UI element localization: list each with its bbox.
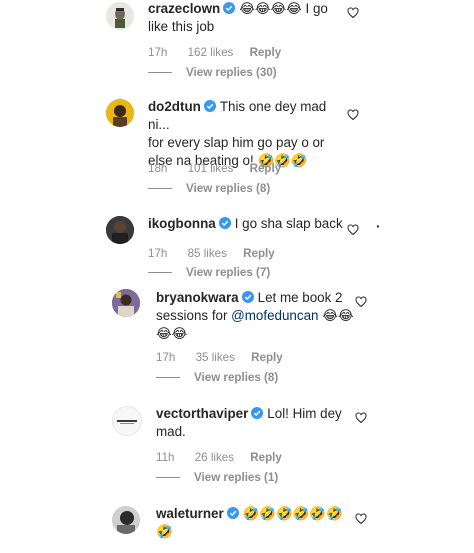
- comment-time: 18h: [148, 162, 168, 175]
- likes-count[interactable]: 85 likes: [188, 247, 227, 260]
- comment-text: I go sha slap back: [234, 216, 343, 231]
- divider-line: [148, 272, 172, 274]
- username-link[interactable]: crazeclown: [148, 1, 220, 16]
- view-replies-label: View replies (8): [186, 182, 271, 195]
- comment-text-line-2: mad.: [156, 424, 186, 439]
- avatar-image: [106, 216, 134, 244]
- verified-badge-icon: [218, 217, 231, 229]
- mention-link[interactable]: @mofeduncan: [231, 308, 318, 323]
- comment-text: 😂😂😂😂 I go: [239, 1, 328, 16]
- divider-line: [156, 377, 180, 379]
- view-replies-label: View replies (30): [186, 66, 277, 79]
- username-link[interactable]: vectorthaviper: [156, 406, 248, 421]
- like-heart-icon[interactable]: [347, 7, 359, 19]
- like-heart-icon[interactable]: [355, 513, 367, 525]
- avatar-waleturner[interactable]: [112, 506, 140, 534]
- comment-text-line-2: like this job: [148, 19, 215, 34]
- divider-line: [148, 188, 172, 190]
- view-replies-label: View replies (8): [194, 371, 279, 384]
- likes-count[interactable]: 26 likes: [195, 451, 234, 464]
- divider-line: [156, 477, 180, 479]
- like-heart-icon[interactable]: [355, 412, 367, 424]
- verified-badge-icon: [226, 507, 239, 519]
- likes-count[interactable]: 162 likes: [188, 46, 234, 59]
- comment-text-line-2-suffix: 😂😂: [318, 308, 354, 323]
- avatar-image: [106, 2, 134, 30]
- more-options-icon[interactable]: ·: [376, 218, 381, 234]
- username-link[interactable]: ikogbonna: [148, 216, 216, 231]
- avatar-image: [106, 99, 134, 127]
- view-replies-button[interactable]: View replies (30): [148, 66, 277, 79]
- divider-line: [148, 72, 172, 74]
- avatar-image: [112, 289, 140, 317]
- comment-text-line-3: 😂😂: [156, 326, 188, 341]
- like-heart-icon[interactable]: [347, 109, 359, 121]
- comment-text: Lol! Him dey: [267, 406, 342, 421]
- comment-time: 17h: [148, 46, 168, 59]
- comment-text: Let me book 2: [257, 290, 343, 305]
- avatar-ikogbonna[interactable]: [106, 216, 134, 244]
- likes-count[interactable]: 35 likes: [196, 351, 235, 364]
- comment-text: 🤣🤣🤣🤣🤣🤣: [242, 506, 343, 521]
- avatar-bryanokwara[interactable]: [112, 289, 140, 317]
- like-heart-icon[interactable]: [355, 296, 367, 308]
- avatar-vectorthaviper[interactable]: [112, 406, 142, 436]
- view-replies-button[interactable]: View replies (7): [148, 266, 270, 279]
- like-heart-icon[interactable]: [347, 224, 359, 236]
- reply-button[interactable]: Reply: [243, 247, 275, 260]
- username-link[interactable]: bryanokwara: [156, 290, 239, 305]
- view-replies-label: View replies (7): [186, 266, 271, 279]
- reply-button[interactable]: Reply: [250, 46, 282, 59]
- view-replies-button[interactable]: View replies (8): [156, 371, 278, 384]
- comment-time: 17h: [156, 351, 176, 364]
- avatar-crazeclown[interactable]: [106, 2, 134, 30]
- reply-button[interactable]: Reply: [250, 162, 282, 175]
- username-link[interactable]: do2dtun: [148, 99, 201, 114]
- avatar-do2dtun[interactable]: [106, 99, 134, 127]
- username-link[interactable]: waleturner: [156, 506, 224, 521]
- comment-text-line-2: for every slap him go pay o or: [148, 135, 325, 150]
- avatar-image: [113, 407, 141, 435]
- view-replies-label: View replies (1): [194, 471, 279, 484]
- comment-time: 11h: [156, 451, 175, 464]
- verified-badge-icon: [223, 2, 236, 14]
- view-replies-button[interactable]: View replies (8): [148, 182, 270, 195]
- reply-button[interactable]: Reply: [251, 351, 283, 364]
- comment-text-line-2: 🤣: [156, 524, 173, 539]
- avatar-image: [112, 506, 140, 534]
- likes-count[interactable]: 101 likes: [188, 162, 234, 175]
- comment-time: 17h: [148, 247, 168, 260]
- reply-button[interactable]: Reply: [250, 451, 282, 464]
- verified-badge-icon: [203, 100, 216, 112]
- verified-badge-icon: [241, 291, 254, 303]
- view-replies-button[interactable]: View replies (1): [156, 471, 278, 484]
- comment-text-line-2-prefix: sessions for: [156, 308, 232, 323]
- verified-badge-icon: [251, 407, 264, 419]
